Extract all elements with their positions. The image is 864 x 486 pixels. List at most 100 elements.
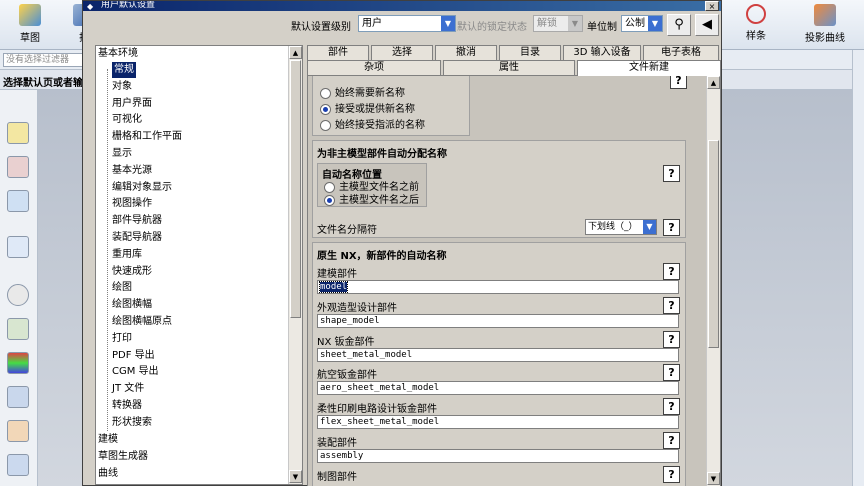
constraint-navigator-icon[interactable]	[7, 190, 29, 212]
help-button[interactable]: ?	[663, 296, 680, 314]
unit-dropdown-arrow-icon[interactable]: ▼	[648, 16, 662, 31]
tab[interactable]: 部件	[307, 45, 369, 60]
reuse-library-icon[interactable]	[7, 236, 29, 258]
content-scroll-down-icon[interactable]: ▼	[707, 472, 720, 485]
spline-button[interactable]: 样条	[728, 2, 784, 46]
radio-label: 始终需要新名称	[335, 88, 405, 99]
find-default-button[interactable]: ⚲	[667, 14, 691, 36]
help-button[interactable]: ?	[663, 465, 680, 483]
tab[interactable]: 选择	[371, 45, 433, 60]
tree-item[interactable]: 装配导航器	[112, 230, 162, 246]
name-input[interactable]: assembly	[317, 449, 679, 463]
projected-curve-button[interactable]: 投影曲线	[790, 2, 860, 46]
radio-dot[interactable]	[320, 104, 331, 115]
manufacturing-wizard-icon[interactable]	[7, 386, 29, 408]
projected-curve-icon	[814, 4, 836, 26]
tree-scrollbar[interactable]: ▲ ▼	[288, 46, 302, 484]
dialog-titlebar[interactable]: ◆ 用户默认设置 ×	[83, 1, 721, 11]
process-studio-icon[interactable]	[7, 352, 29, 374]
tree-item[interactable]: PDF 导出	[112, 348, 155, 364]
tree-item[interactable]: JT 文件	[112, 381, 144, 397]
name-input[interactable]: model	[317, 280, 679, 294]
radio-always-require-new-name[interactable]: 始终需要新名称	[320, 87, 405, 101]
part-navigator-icon[interactable]	[7, 122, 29, 144]
close-button[interactable]: ×	[705, 1, 719, 11]
tree-item[interactable]: CGM 导出	[112, 364, 159, 380]
tree-item[interactable]: 显示	[112, 146, 132, 162]
help-button-position[interactable]: ?	[663, 165, 680, 182]
radio-accept-or-provide-name[interactable]: 接受或提供新名称	[320, 103, 415, 117]
separator-dropdown-arrow-icon[interactable]: ▼	[643, 220, 656, 234]
tree-item[interactable]: 重用库	[112, 247, 142, 263]
tree-item[interactable]: 栅格和工作平面	[112, 129, 182, 145]
tree-scroll-up-icon[interactable]: ▲	[289, 46, 302, 59]
tree-root-basic-environment[interactable]: 基本环境	[98, 46, 138, 62]
help-button[interactable]: ?	[663, 432, 680, 449]
tab[interactable]: 撤消	[435, 45, 497, 60]
separator-select[interactable]: 下划线（_） ▼	[585, 219, 657, 235]
tree-item[interactable]: 快速成形	[112, 264, 152, 280]
tab[interactable]: 杂项	[307, 60, 441, 75]
name-input[interactable]: shape_model	[317, 313, 679, 328]
tree-item[interactable]: 编辑对象显示	[112, 180, 172, 196]
tree-root-modeling[interactable]: 建模	[98, 432, 118, 448]
tree-item[interactable]: 打印	[112, 331, 132, 347]
radio-dot[interactable]	[320, 88, 331, 99]
name-input[interactable]: aero_sheet_metal_model	[317, 381, 679, 396]
help-button[interactable]: ?	[663, 364, 680, 382]
roles-icon[interactable]	[7, 420, 29, 442]
unit-select[interactable]: 公制 ▼	[621, 15, 663, 32]
tab[interactable]: 3D 输入设备	[563, 45, 641, 60]
tree-root-sketch[interactable]: 草图生成器	[98, 449, 148, 465]
separator-label: 文件名分隔符	[317, 225, 377, 236]
radio-after-master-name[interactable]: 主模型文件名之后	[324, 194, 419, 208]
tree-item[interactable]: 视图操作	[112, 196, 152, 212]
name-input[interactable]: flex_sheet_metal_model	[317, 415, 679, 430]
name-input[interactable]: sheet_metal_model	[317, 347, 679, 362]
history-icon[interactable]	[7, 284, 29, 306]
content-scroll-up-icon[interactable]: ▲	[707, 76, 720, 89]
type-filter[interactable]: 没有选择过滤器	[3, 53, 89, 67]
tab[interactable]: 电子表格	[643, 45, 719, 60]
tree-item[interactable]: 可视化	[112, 112, 142, 128]
tree-item[interactable]: 常规	[112, 62, 136, 78]
content-scroll-thumb[interactable]	[708, 140, 719, 348]
dialog-menu-icon[interactable]: ◆	[87, 2, 93, 11]
tree-item[interactable]: 绘图横幅原点	[112, 314, 172, 330]
help-button[interactable]: ?	[663, 263, 680, 280]
help-button[interactable]: ?	[663, 330, 680, 348]
system-materials-icon[interactable]	[7, 318, 29, 340]
tree-item[interactable]: 用户界面	[112, 96, 152, 112]
level-dropdown-arrow-icon[interactable]: ▼	[441, 16, 455, 31]
sketch-button[interactable]: 草图	[2, 2, 58, 46]
level-select[interactable]: 用户 ▼	[358, 15, 456, 32]
tree-root-curve[interactable]: 曲线	[98, 466, 118, 482]
tree-item[interactable]: 形状搜索	[112, 415, 152, 431]
tab-file-new[interactable]: 文件新建	[577, 60, 721, 76]
help-button[interactable]: ?	[663, 398, 680, 416]
tab[interactable]: 目录	[499, 45, 561, 60]
tab[interactable]: 属性	[443, 60, 575, 75]
assembly-navigator-icon[interactable]	[7, 156, 29, 178]
radio-dot[interactable]	[324, 195, 335, 206]
radio-always-accept-assigned[interactable]: 始终接受指派的名称	[320, 119, 425, 133]
tree-item[interactable]: 绘图	[112, 280, 132, 296]
system-scenes-icon[interactable]	[7, 454, 29, 476]
tree-item[interactable]: 转换器	[112, 398, 142, 414]
help-button-top[interactable]: ?	[670, 76, 687, 89]
radio-label: 主模型文件名之前	[339, 182, 419, 193]
tree-item[interactable]: 基本光源	[112, 163, 152, 179]
help-button-separator[interactable]: ?	[663, 219, 680, 236]
tree-item[interactable]: 部件导航器	[112, 213, 162, 229]
radio-dot[interactable]	[324, 182, 335, 193]
radio-dot[interactable]	[320, 120, 331, 131]
content-scrollbar[interactable]: ▲ ▼	[706, 76, 720, 486]
tree-item[interactable]: 对象	[112, 79, 132, 95]
category-tree[interactable]: 基本环境 常规 对象 用户界面 可视化 栅格和工作平面 显示 基本光源 编辑对象显示 视图操作部…	[95, 45, 303, 485]
tree-scroll-down-icon[interactable]: ▼	[289, 470, 302, 483]
radio-before-master-name[interactable]: 主模型文件名之前	[324, 181, 419, 195]
tree-scroll-thumb[interactable]	[290, 60, 301, 318]
manage-defaults-button[interactable]: ◀	[695, 14, 719, 36]
resource-bar	[0, 90, 38, 486]
tree-item[interactable]: 绘图横幅	[112, 297, 152, 313]
